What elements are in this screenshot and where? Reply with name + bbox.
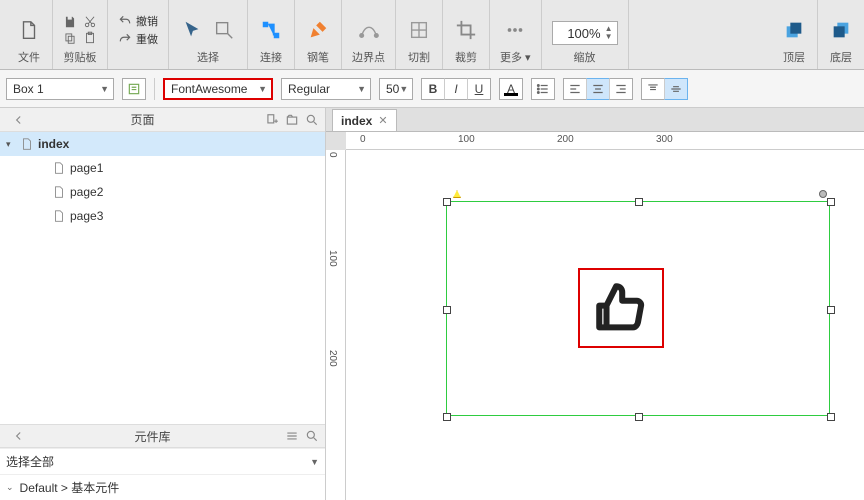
thumbs-up-icon [592, 279, 650, 337]
library-panel-header: 元件库 [0, 424, 325, 448]
resize-handle[interactable] [443, 413, 451, 421]
page-tree-item[interactable]: page1 [0, 156, 325, 180]
bold-button[interactable]: B [421, 78, 445, 100]
page-tree-item[interactable]: ▾index [0, 132, 325, 156]
more-icon[interactable] [502, 15, 528, 45]
group-slice: 切割 [396, 0, 443, 69]
main-area: 页面 ▾indexpage1page2page3 元件库 选择全部 ▼ ⌄ De… [0, 108, 864, 500]
group-top-layer: 顶层 [771, 0, 818, 69]
italic-button[interactable]: I [444, 78, 468, 100]
search-pages-icon[interactable] [305, 113, 319, 127]
cut-icon[interactable] [83, 15, 97, 29]
widget-name-select[interactable]: Box 1▼ [6, 78, 114, 100]
align-left-button[interactable] [563, 78, 587, 100]
add-folder-icon[interactable] [285, 113, 299, 127]
text-color-button[interactable]: A [499, 78, 523, 100]
group-connect: 连接 [248, 0, 295, 69]
library-breadcrumb[interactable]: ⌄ Default > 基本元件 [0, 474, 325, 500]
paste-icon[interactable] [83, 31, 97, 45]
v-align-group [641, 78, 688, 100]
canvas-area: index ✕ 0100200300 0100200 [326, 108, 864, 500]
new-file-icon[interactable] [16, 15, 42, 45]
valign-top-button[interactable] [641, 78, 665, 100]
library-select-all[interactable]: 选择全部 ▼ [0, 448, 325, 474]
rotate-handle-icon[interactable] [453, 190, 461, 198]
page-tree-item[interactable]: page3 [0, 204, 325, 228]
slice-icon[interactable] [406, 15, 432, 45]
lib-search-icon[interactable] [305, 429, 319, 443]
collapse-icon[interactable] [12, 113, 26, 127]
pages-tree: ▾indexpage1page2page3 [0, 132, 325, 228]
select-tool-icon[interactable] [179, 15, 205, 45]
add-page-icon[interactable] [265, 113, 279, 127]
resize-handle[interactable] [827, 306, 835, 314]
h-align-group [563, 78, 633, 100]
group-bottom-layer: 底层 [818, 0, 864, 69]
file-label: 文件 [18, 49, 40, 65]
copy-icon[interactable] [63, 31, 77, 45]
top-layer-icon[interactable] [781, 15, 807, 45]
zoom-stepper-icon[interactable]: ▲▼ [605, 25, 613, 41]
form-icon[interactable] [122, 78, 146, 100]
boundary-icon[interactable] [356, 15, 382, 45]
format-bar: Box 1▼ FontAwesome▼ Regular▼ 50▼ B I U A [0, 70, 864, 108]
ruler-horizontal: 0100200300 [346, 132, 864, 150]
resize-handle[interactable] [635, 413, 643, 421]
connector-handle-icon[interactable] [819, 190, 827, 198]
top-ribbon: 文件 剪贴板 撤销 重做 选择 连接 [0, 0, 864, 70]
resize-handle[interactable] [443, 198, 451, 206]
page-tree-item[interactable]: page2 [0, 180, 325, 204]
thumbs-up-widget[interactable] [578, 268, 664, 348]
group-undo: 撤销 重做 [108, 0, 169, 69]
align-right-button[interactable] [609, 78, 633, 100]
redo-button[interactable]: 重做 [118, 31, 158, 47]
tab-index[interactable]: index ✕ [332, 109, 397, 131]
group-boundary: 边界点 [342, 0, 396, 69]
pen-tool-icon[interactable] [305, 15, 331, 45]
group-zoom: 100% ▲▼ 缩放 [542, 0, 629, 69]
connect-tool-icon[interactable] [258, 15, 284, 45]
resize-handle[interactable] [827, 413, 835, 421]
group-pen: 钢笔 [295, 0, 342, 69]
lib-menu-icon[interactable] [285, 429, 299, 443]
align-center-button[interactable] [586, 78, 610, 100]
undo-button[interactable]: 撤销 [118, 13, 158, 29]
select-alt-icon[interactable] [211, 15, 237, 45]
ruler-vertical: 0100200 [326, 150, 346, 500]
close-tab-icon[interactable]: ✕ [378, 114, 387, 127]
bullets-button[interactable] [531, 78, 555, 100]
underline-button[interactable]: U [467, 78, 491, 100]
font-size-select[interactable]: 50▼ [379, 78, 413, 100]
pages-panel-header: 页面 [0, 108, 325, 132]
crop-icon[interactable] [453, 15, 479, 45]
sidebar: 页面 ▾indexpage1page2page3 元件库 选择全部 ▼ ⌄ De… [0, 108, 326, 500]
valign-middle-button[interactable] [664, 78, 688, 100]
collapse-lib-icon[interactable] [12, 429, 26, 443]
text-style-group: B I U [421, 78, 491, 100]
bottom-layer-icon[interactable] [828, 15, 854, 45]
resize-handle[interactable] [443, 306, 451, 314]
zoom-input[interactable]: 100% ▲▼ [552, 21, 618, 45]
group-more: 更多 ▾ [490, 0, 542, 69]
group-select: 选择 [169, 0, 248, 69]
font-family-select[interactable]: FontAwesome▼ [163, 78, 273, 100]
group-clipboard: 剪贴板 [53, 0, 108, 69]
save-icon[interactable] [63, 15, 77, 29]
tab-strip: index ✕ [326, 108, 864, 132]
canvas[interactable] [346, 150, 864, 500]
group-file: 文件 [6, 0, 53, 69]
group-crop: 裁剪 [443, 0, 490, 69]
clipboard-label: 剪贴板 [64, 49, 97, 65]
font-weight-select[interactable]: Regular▼ [281, 78, 371, 100]
resize-handle[interactable] [827, 198, 835, 206]
select-label: 选择 [197, 49, 219, 65]
resize-handle[interactable] [635, 198, 643, 206]
